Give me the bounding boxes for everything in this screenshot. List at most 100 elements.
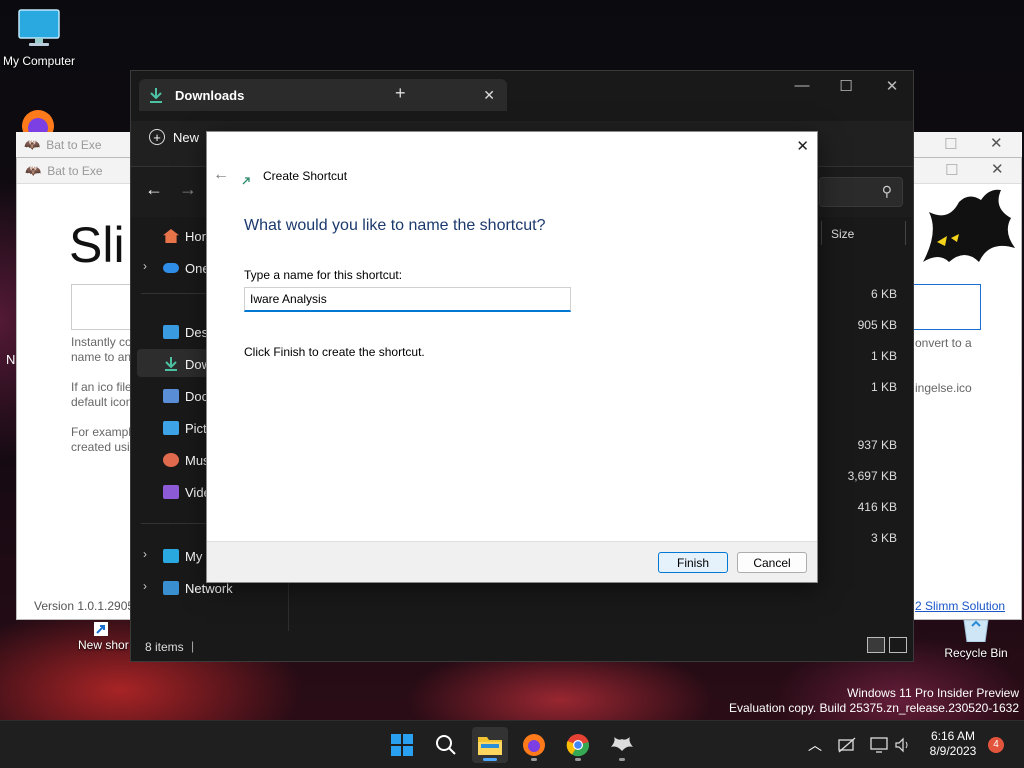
clock[interactable]: 6:16 AM 8/9/2023 [926, 729, 980, 759]
volume-icon[interactable] [895, 737, 911, 753]
sidebar-item-home[interactable]: Hor [163, 225, 206, 247]
maximize-icon[interactable]: ☐ [944, 135, 957, 153]
back-arrow-icon[interactable]: ← [213, 166, 229, 184]
tab-downloads[interactable]: Downloads ✕ [139, 79, 507, 111]
sidebar-item-pictures[interactable]: Pict [163, 417, 207, 439]
sidebar-item-onedrive[interactable]: One [163, 257, 210, 279]
bat-desc-line: Instantly co [71, 335, 132, 349]
running-indicator [575, 758, 581, 761]
music-icon [163, 453, 179, 467]
column-header-size[interactable]: Size [831, 227, 854, 241]
running-indicator [531, 758, 537, 761]
bat-logo-icon [923, 189, 1015, 262]
search-icon: ⚲ [881, 183, 892, 199]
close-icon[interactable]: ✕ [991, 160, 1004, 178]
sidebar-item-my-computer[interactable]: My [163, 545, 202, 567]
search-button[interactable] [428, 727, 464, 763]
start-button[interactable] [384, 727, 420, 763]
chrome-taskbar-button[interactable] [560, 727, 596, 763]
bat-description-2: If an ico file default icon [71, 380, 132, 410]
cancel-button[interactable]: Cancel [737, 552, 807, 573]
close-dialog-icon[interactable]: ✕ [796, 137, 809, 155]
notification-badge[interactable]: 4 [988, 737, 1004, 753]
bat-to-exe-taskbar-button[interactable] [604, 727, 640, 763]
close-window-icon[interactable]: ✕ [877, 77, 907, 95]
sidebar-item-music[interactable]: Mus [163, 449, 210, 471]
network-disconnected-icon[interactable] [838, 737, 856, 753]
bat-right-input[interactable] [911, 284, 981, 330]
taskbar: ︿ 6:16 AM 8/9/2023 4 [0, 720, 1024, 768]
clock-date: 8/9/2023 [929, 744, 977, 758]
home-icon [163, 229, 179, 243]
network-icon [163, 581, 179, 595]
finish-button[interactable]: Finish [658, 552, 728, 573]
file-size: 6 KB [870, 287, 897, 301]
status-separator: | [191, 639, 195, 653]
shortcut-wizard-icon [242, 177, 250, 185]
bat-version: Version 1.0.1.29055 [34, 599, 141, 613]
bat-right-text-2: ingelse.ico [915, 381, 972, 395]
dialog-heading: What would you like to name the shortcut… [244, 217, 546, 234]
shortcut-arrow-icon [94, 622, 108, 636]
tiles-view-icon[interactable] [889, 637, 907, 653]
watermark-line-2: Evaluation copy. Build 25375.zn_release.… [729, 701, 1019, 715]
chevron-right-icon[interactable]: › [143, 579, 147, 593]
item-count: 8 items [145, 640, 184, 654]
display-icon[interactable] [870, 737, 888, 753]
file-size: 3,697 KB [847, 469, 897, 483]
firefox-taskbar-button[interactable] [516, 727, 552, 763]
desktop-edge-letter: N [6, 352, 16, 367]
my-computer-desktop-icon[interactable]: My Computer [0, 8, 78, 68]
sidebar-item-desktop[interactable]: Desl [163, 321, 211, 343]
sidebar-item-documents[interactable]: Doc [163, 385, 208, 407]
new-tab-icon[interactable]: + [395, 83, 406, 104]
download-icon [150, 88, 162, 103]
dialog-title: Create Shortcut [263, 169, 348, 183]
file-size: 1 KB [870, 380, 897, 394]
details-view-icon[interactable] [867, 637, 885, 653]
chevron-right-icon[interactable]: › [143, 259, 147, 273]
recycle-bin-label: Recycle Bin [944, 646, 1008, 660]
recycle-bin-desktop-icon[interactable]: Recycle Bin [940, 616, 1012, 660]
new-button[interactable]: + New [149, 129, 199, 145]
monitor-icon [163, 549, 179, 563]
bat-desc-line: For exampl [71, 425, 132, 439]
plus-circle-icon: + [149, 129, 165, 145]
column-divider [905, 221, 906, 245]
running-indicator [619, 758, 625, 761]
sidebar-item-downloads[interactable]: Dow [163, 353, 211, 375]
close-icon[interactable]: ✕ [990, 134, 1003, 152]
my-computer-label: My Computer [2, 54, 76, 68]
bat-heading: Sli [69, 217, 125, 273]
bat-to-exe-title-2: Bat to Exe [47, 163, 103, 178]
minimize-icon[interactable]: — [787, 77, 817, 94]
bat-right-text-1: onvert to a [915, 336, 972, 350]
file-explorer-taskbar-button[interactable] [472, 727, 508, 763]
file-size: 3 KB [870, 531, 897, 545]
chevron-right-icon[interactable]: › [143, 547, 147, 561]
sidebar-label: Hor [185, 228, 206, 244]
bat-description-3: For exampl created usi [71, 425, 131, 455]
chevron-up-icon[interactable]: ︿ [808, 735, 822, 755]
maximize-icon[interactable]: ☐ [945, 161, 958, 179]
watermark-line-1: Windows 11 Pro Insider Preview [847, 686, 1019, 700]
shortcut-name-input[interactable] [244, 287, 571, 312]
forward-arrow-icon[interactable]: → [179, 179, 197, 200]
sidebar-label: Pict [185, 420, 207, 436]
back-arrow-icon[interactable]: ← [145, 179, 163, 200]
create-shortcut-dialog[interactable]: ✕ ← Create Shortcut What would you like … [206, 131, 818, 583]
file-size: 416 KB [857, 500, 897, 514]
bat-footer-link[interactable]: 2 Slimm Solution [915, 599, 1005, 613]
bat-desc-line: name to an [71, 350, 132, 364]
video-icon [163, 485, 179, 499]
search-box[interactable]: ⚲ [819, 177, 903, 207]
document-icon [163, 389, 179, 403]
bat-icon: 🦇 [25, 162, 42, 178]
close-tab-icon[interactable]: ✕ [483, 87, 495, 104]
file-size: 1 KB [870, 349, 897, 363]
firefox-icon [523, 734, 545, 756]
maximize-icon[interactable]: ☐ [831, 77, 861, 95]
file-size: 905 KB [857, 318, 897, 332]
sidebar-item-videos[interactable]: Vide [163, 481, 211, 503]
windows-logo-icon [391, 734, 413, 756]
